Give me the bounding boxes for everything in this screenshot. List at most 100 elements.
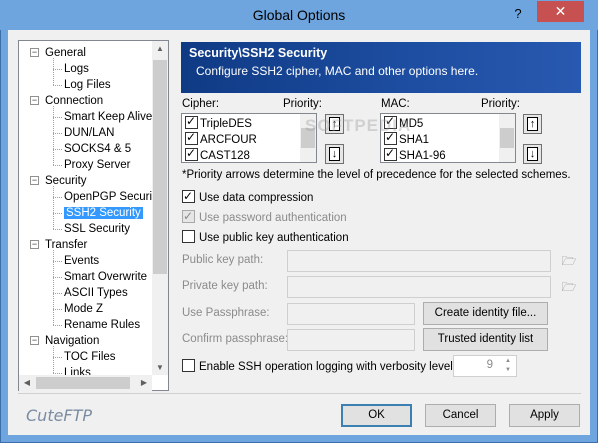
tree-item[interactable]: Mode Z [64, 301, 103, 317]
ok-button[interactable]: OK [341, 404, 412, 427]
cancel-button[interactable]: Cancel [425, 404, 496, 427]
tree-item-label: Smart Keep Alive [64, 111, 153, 123]
section-title: Security\SSH2 Security [189, 46, 328, 60]
scroll-right-arrow-icon[interactable]: ▶ [137, 378, 151, 387]
cipher-label: Cipher: [182, 98, 220, 110]
tree-item-label: Rename Rules [64, 319, 141, 331]
tree-connector [53, 213, 62, 214]
cuteftp-logo: CuteFTP [26, 406, 93, 425]
use-password-auth-label: Use password authentication [199, 212, 347, 224]
tree-connector [53, 229, 62, 230]
mac-item[interactable]: SHA1-96 [384, 146, 446, 165]
tree-connector [53, 250, 54, 325]
trusted-identity-list-button[interactable]: Trusted identity list [423, 328, 548, 351]
scroll-down-arrow-icon[interactable]: ▼ [153, 363, 167, 372]
tree-item[interactable]: ASCII Types [64, 285, 128, 301]
collapse-icon[interactable]: − [30, 336, 39, 345]
use-data-compression-checkbox[interactable] [182, 188, 195, 204]
tree-item-label: SSH2 Security [64, 207, 143, 219]
use-password-auth-option: Use password authentication [182, 208, 347, 228]
mac-priority-down-button[interactable]: ↓ [523, 144, 542, 164]
tree-item[interactable]: Rename Rules [64, 317, 140, 333]
arrow-down-icon: ↓ [527, 147, 538, 161]
tree-group[interactable]: Transfer [45, 237, 87, 253]
tree-item[interactable]: OpenPGP Security [64, 189, 161, 205]
tree-item[interactable]: Smart Overwrite [64, 269, 147, 285]
confirm-passphrase-field [287, 329, 415, 351]
ssh-logging-checkbox[interactable] [182, 359, 195, 372]
tree-item[interactable]: Proxy Server [64, 157, 130, 173]
spinner-up-icon: ▲ [505, 358, 511, 364]
collapse-icon[interactable]: − [30, 176, 39, 185]
mac-label: MAC: [381, 98, 410, 110]
tree-item[interactable]: SSL Security [64, 221, 130, 237]
use-passphrase-field [287, 303, 415, 325]
collapse-icon[interactable]: − [30, 96, 39, 105]
tree-connector [53, 277, 62, 278]
mac-priority-up-button[interactable]: ↑ [523, 114, 542, 134]
cipher-priority-down-button[interactable]: ↓ [325, 144, 344, 164]
use-password-auth-checkbox [182, 208, 195, 224]
tree-item-label: Security [45, 175, 87, 187]
tree-item[interactable]: SSH2 Security [64, 205, 143, 221]
scroll-up-arrow-icon[interactable]: ▲ [153, 44, 167, 53]
cipher-item-label: CAST128 [200, 150, 250, 162]
tree-item-label: TOC Files [64, 351, 116, 363]
ssh-logging-option[interactable]: Enable SSH operation logging with verbos… [182, 359, 456, 377]
create-identity-file-button[interactable]: Create identity file... [423, 302, 548, 325]
use-public-key-auth-label: Use public key authentication [199, 232, 349, 244]
tree-connector [53, 186, 54, 229]
tree-item-label: Logs [64, 63, 89, 75]
tree-connector [53, 58, 54, 85]
use-public-key-auth-option[interactable]: Use public key authentication [182, 230, 349, 248]
collapse-icon[interactable]: − [30, 240, 39, 249]
tree-item-label: Transfer [45, 239, 88, 251]
cipher-checkbox-tripledes[interactable] [185, 114, 198, 129]
tree-connector [53, 325, 62, 326]
tree-item[interactable]: TOC Files [64, 349, 116, 365]
tree-connector [53, 197, 62, 198]
tree-item[interactable]: Smart Keep Alive [64, 109, 152, 125]
tree-item-label: Proxy Server [64, 159, 131, 171]
apply-button[interactable]: Apply [509, 404, 580, 427]
cipher-priority-label: Priority: [283, 98, 322, 110]
tree-connector [53, 85, 62, 86]
tree-connector [53, 69, 62, 70]
tree-connector [53, 106, 54, 165]
tree-item[interactable]: Log Files [64, 77, 111, 93]
tree-horizontal-scroll-thumb[interactable] [36, 377, 130, 389]
cipher-item-label: ARCFOUR [200, 134, 257, 146]
cipher-item-label: TripleDES [200, 118, 252, 130]
use-data-compression-option[interactable]: Use data compression [182, 188, 314, 208]
tree-group[interactable]: Security [45, 173, 87, 189]
use-data-compression-label: Use data compression [199, 192, 314, 204]
use-public-key-auth-checkbox[interactable] [182, 230, 195, 243]
cipher-checkbox-arcfour[interactable] [185, 130, 198, 145]
tree-vertical-scroll-thumb[interactable] [153, 60, 167, 274]
close-button[interactable]: ✕ [537, 1, 584, 22]
tree-connector [53, 261, 62, 262]
tree-item[interactable]: Events [64, 253, 99, 269]
cipher-item[interactable]: CAST128 [185, 146, 250, 165]
tree-item[interactable]: Logs [64, 61, 89, 77]
tree-item-label: General [45, 47, 86, 59]
cipher-checkbox-cast128[interactable] [185, 146, 198, 161]
tree-item-label: SOCKS4 & 5 [64, 143, 132, 155]
arrow-up-icon: ↑ [527, 117, 538, 131]
tree-connector [53, 309, 62, 310]
collapse-icon[interactable]: − [30, 48, 39, 57]
divider [18, 393, 581, 394]
mac-checkbox-sha1-96[interactable] [384, 146, 397, 161]
tree-connector [53, 346, 54, 373]
tree-connector [53, 149, 62, 150]
tree-item[interactable]: SOCKS4 & 5 [64, 141, 131, 157]
tree-group[interactable]: General [45, 45, 86, 61]
use-passphrase-label: Use Passphrase: [182, 307, 270, 319]
scroll-left-arrow-icon[interactable]: ◀ [20, 378, 34, 387]
tree-connector [53, 373, 62, 374]
mac-list-scroll-thumb[interactable] [500, 128, 514, 148]
folder-browse-icon: 🗁 [561, 280, 577, 294]
help-button[interactable]: ? [505, 4, 531, 24]
tree-item[interactable]: DUN/LAN [64, 125, 114, 141]
arrow-down-icon: ↓ [329, 147, 340, 161]
